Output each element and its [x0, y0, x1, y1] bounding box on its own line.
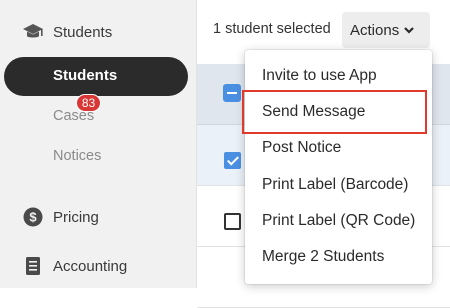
menu-item-merge-students[interactable]: Merge 2 Students — [245, 239, 432, 275]
menu-item-label: Print Label (QR Code) — [262, 212, 416, 229]
sidebar-section-pricing[interactable]: $ Pricing — [0, 205, 196, 229]
sidebar-section-label: Accounting — [53, 257, 128, 275]
sidebar-section-label: Pricing — [53, 208, 99, 226]
menu-item-label: Print Label (Barcode) — [262, 176, 409, 193]
selection-count-text: 1 student selected — [213, 21, 331, 37]
menu-item-label: Send Message — [262, 103, 366, 120]
menu-item-post-notice[interactable]: Post Notice — [245, 130, 432, 166]
sidebar-item-students[interactable]: Students — [4, 57, 188, 96]
ledger-icon — [22, 255, 44, 277]
menu-item-print-label-barcode[interactable]: Print Label (Barcode) — [245, 167, 432, 203]
menu-item-label: Merge 2 Students — [262, 248, 385, 265]
actions-dropdown-menu: Invite to use App Send Message Post Noti… — [245, 50, 432, 284]
row-checkbox[interactable] — [224, 152, 241, 169]
select-all-checkbox[interactable] — [223, 84, 241, 102]
dollar-circle-icon: $ — [22, 206, 44, 228]
actions-button[interactable]: Actions — [342, 12, 430, 48]
sidebar-section-label: Students — [53, 23, 113, 41]
menu-item-invite-to-use-app[interactable]: Invite to use App — [245, 58, 432, 94]
svg-text:$: $ — [29, 210, 37, 225]
graduation-cap-icon — [22, 21, 44, 43]
sidebar-section-accounting[interactable]: Accounting — [0, 254, 196, 278]
sidebar: Students Students Cases 83 Notices $ Pri… — [0, 0, 197, 288]
sidebar-item-label: Students — [53, 67, 118, 84]
chevron-down-icon — [404, 27, 414, 34]
menu-item-label: Post Notice — [262, 139, 342, 156]
sidebar-item-notices[interactable]: Notices — [53, 148, 101, 164]
sidebar-section-students[interactable]: Students — [0, 20, 196, 44]
cases-count-badge: 83 — [76, 94, 101, 112]
menu-item-print-label-qr-code[interactable]: Print Label (QR Code) — [245, 203, 432, 239]
actions-button-label: Actions — [350, 21, 400, 39]
row-checkbox[interactable] — [224, 213, 241, 230]
menu-item-send-message[interactable]: Send Message — [245, 94, 432, 130]
menu-item-label: Invite to use App — [262, 67, 377, 84]
